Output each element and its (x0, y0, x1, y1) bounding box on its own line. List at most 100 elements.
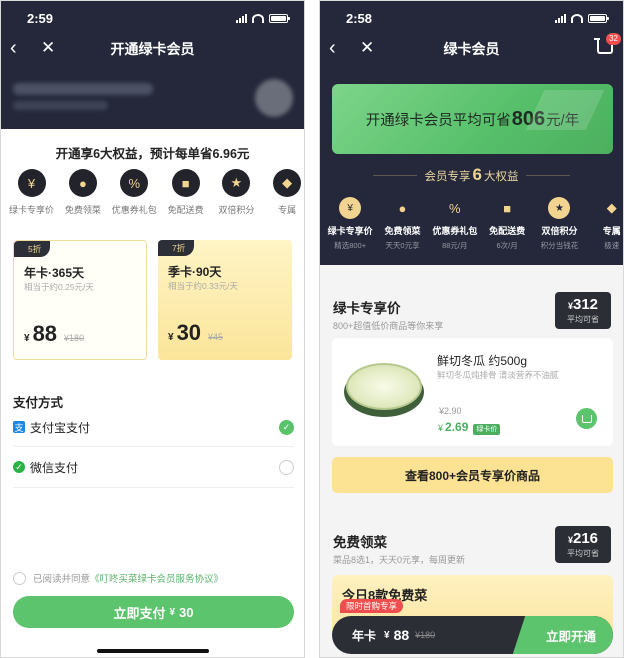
plan-price: ¥ 88 ¥180 (24, 321, 84, 347)
benefit-sublabel: 极速 (604, 241, 620, 250)
savings-badge: ¥312 平均可省 (555, 292, 611, 329)
savings-banner[interactable]: 开通绿卡会员平均可省 806 元/年 (332, 84, 613, 154)
agreement-link[interactable]: 《叮咚买菜绿卡会员服务协议》 (90, 571, 223, 585)
signal-icon (236, 13, 247, 23)
product-name: 鲜切冬瓜 约500g (437, 354, 528, 368)
benefit-sublabel: 6次/月 (496, 241, 518, 250)
benefit-item-free-vegetable[interactable]: ● 免费领菜 天天0元享 (378, 197, 426, 251)
blurred-subtext (13, 101, 108, 110)
truck-icon: ■ (503, 200, 512, 216)
wechat-pay-icon: ✓ (13, 461, 25, 473)
diamond-icon: ◆ (606, 200, 617, 215)
benefit-item-exclusive[interactable]: ◆ 专属 (265, 169, 304, 216)
agreement-row: 已阅读并同意 《叮咚买菜绿卡会员服务协议》 (13, 571, 223, 585)
yen-icon: ¥ (17, 169, 46, 197)
product-original-price: ¥2.90 (439, 406, 462, 416)
benefit-label: 免配送费 (167, 205, 204, 215)
home-indicator[interactable] (97, 649, 209, 653)
payment-option-label: 支付宝支付 (30, 420, 91, 435)
benefit-label: 双倍积分 (218, 205, 255, 215)
alipay-icon: 支 (13, 421, 25, 433)
wifi-icon (252, 13, 264, 23)
bottom-price-value: 88 (393, 627, 410, 643)
exclusive-benefits-heading: 会员专享 6 大权益 (320, 165, 623, 185)
system-icons (236, 13, 290, 23)
agreement-checkbox[interactable] (13, 571, 26, 585)
product-card[interactable]: 鲜切冬瓜 约500g 鲜切冬瓜炖排骨 清淡营养不油腻 ¥2.90 ¥ 2.69 … (332, 338, 613, 446)
close-icon[interactable]: ✕ (360, 38, 374, 58)
benefit-item-free-delivery[interactable]: ■ 免配送费 (164, 169, 208, 216)
back-icon[interactable]: ‹ (329, 38, 336, 58)
section-title-exclusive-price: 绿卡专享价 (333, 301, 401, 316)
blurred-username (13, 83, 153, 95)
plan-name: 年卡·365天 (24, 266, 85, 280)
close-icon[interactable]: ✕ (41, 38, 55, 58)
truck-icon: ■ (171, 169, 200, 197)
currency-symbol: ¥ (438, 423, 444, 433)
benefit-item-exclusive-price[interactable]: ¥ 绿卡专享价 (9, 169, 54, 216)
heading-count: 6 (472, 165, 482, 184)
coupon-icon: % (120, 169, 149, 197)
banner-suffix: 元/年 (546, 112, 580, 129)
star-icon: ★ (548, 197, 571, 219)
savings-label: 平均可省 (567, 315, 599, 324)
benefit-label: 免配送费 (489, 226, 526, 236)
user-info-blurred (13, 77, 303, 117)
status-bar: 2:58 (320, 1, 623, 35)
add-to-cart-icon[interactable] (576, 408, 597, 429)
pay-now-button[interactable]: 立即支付 ¥ 30 (13, 596, 294, 628)
yen-icon: ¥ (339, 197, 362, 219)
benefit-item-double-points[interactable]: ★ 双倍积分 积分当钱花 (535, 197, 583, 251)
status-time: 2:58 (346, 10, 373, 26)
signal-icon (555, 13, 566, 23)
currency-symbol: ¥ (384, 629, 390, 641)
benefit-label: 绿卡专享价 (327, 226, 373, 236)
cart-count-badge: 32 (606, 33, 621, 45)
open-now-button[interactable]: 立即开通 (529, 616, 613, 654)
nav-bar: ‹ ✕ 绿卡会员 32 (320, 33, 623, 63)
plan-card-annual[interactable]: 5折 年卡·365天 相当于约0.25元/天 ¥ 88 ¥180 (13, 240, 147, 360)
bottom-plan-name: 年卡 (352, 628, 377, 643)
currency-symbol: ¥ (24, 333, 30, 344)
plan-card-quarterly[interactable]: 7折 季卡·90天 相当于约0.33元/天 ¥ 30 ¥45 (158, 240, 292, 360)
plan-price: ¥ 30 ¥45 (168, 320, 223, 346)
open-now-label: 立即开通 (545, 629, 596, 644)
benefit-label: 绿卡专享价 (9, 205, 55, 215)
divider (372, 174, 417, 176)
payment-option-wechat[interactable]: ✓ 微信支付 (13, 454, 294, 480)
plan-original-price: ¥180 (64, 333, 85, 343)
benefit-sublabel: 积分当钱花 (540, 241, 579, 250)
plan-original-price: ¥45 (208, 332, 224, 342)
benefit-label: 专属 (602, 226, 621, 236)
benefit-item-exclusive[interactable]: ◆ 专属 极速 (588, 197, 623, 251)
payment-option-alipay[interactable]: 支 支付宝支付 ✓ (13, 414, 294, 440)
back-icon[interactable]: ‹ (10, 38, 17, 58)
radio-unchecked-icon[interactable] (279, 459, 294, 475)
currency-symbol: ¥ (168, 332, 174, 343)
left-screen: 2:59 ‹ ✕ 开通绿卡会员 开通享6大权益，预计每单省6.96元 ¥ 绿卡专… (0, 0, 305, 658)
savings-amount: 312 (572, 296, 599, 313)
limited-offer-badge: 限时首购专享 (340, 599, 404, 613)
radio-checked-icon[interactable]: ✓ (279, 419, 294, 435)
benefit-item-exclusive-price[interactable]: ¥ 绿卡专享价 精选800+ (326, 197, 374, 251)
benefit-item-coupon[interactable]: % 优惠券礼包 (112, 169, 157, 216)
view-more-button[interactable]: 查看800+会员专享价商品 (332, 457, 613, 493)
discount-badge: 7折 (158, 240, 195, 256)
coupon-icon: % (449, 200, 461, 216)
benefit-item-double-points[interactable]: ★ 双倍积分 (215, 169, 259, 216)
pay-button-label: 立即支付 (113, 605, 166, 621)
benefit-label: 双倍积分 (541, 226, 578, 236)
benefit-list: ¥ 绿卡专享价 ● 免费领菜 % 优惠券礼包 ■ 免配送费 ★ 双倍积分 ◆ 专… (9, 169, 304, 216)
benefit-label: 免费领菜 (384, 226, 421, 236)
wifi-icon (571, 13, 583, 23)
divider (526, 174, 571, 176)
benefit-list: ¥ 绿卡专享价 精选800+ ● 免费领菜 天天0元享 % 优惠券礼包 88元/… (326, 197, 623, 251)
battery-icon (269, 13, 290, 23)
plan-price-value: 88 (32, 321, 58, 346)
member-price-tag: 绿卡价 (473, 424, 501, 435)
plan-price-value: 30 (176, 320, 202, 345)
benefit-item-free-delivery[interactable]: ■ 免配送费 6次/月 (483, 197, 531, 251)
benefit-item-free-vegetable[interactable]: ● 免费领菜 (61, 169, 105, 216)
benefit-item-coupon[interactable]: % 优惠券礼包 88元/月 (431, 197, 479, 251)
plan-daily-price: 相当于约0.25元/天 (24, 282, 94, 292)
